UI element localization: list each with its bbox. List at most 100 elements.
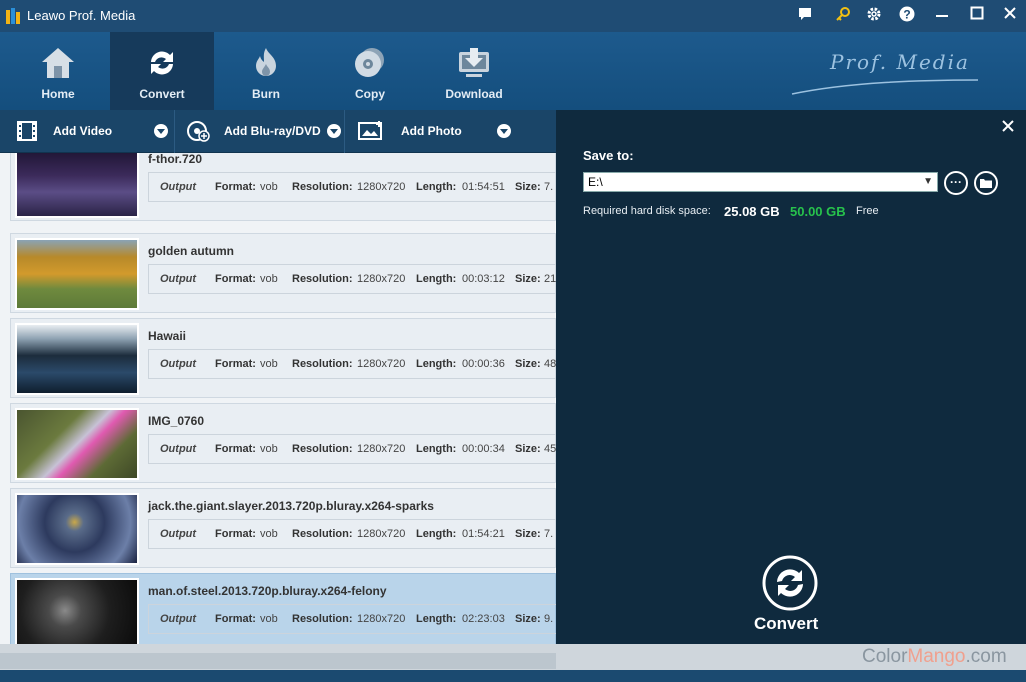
nav-copy-label: Copy xyxy=(355,87,385,101)
close-icon[interactable] xyxy=(999,6,1021,26)
list-item[interactable]: man.of.steel.2013.720p.bluray.x264-felon… xyxy=(10,573,556,653)
video-thumbnail xyxy=(15,493,139,565)
item-title: IMG_0760 xyxy=(148,414,205,428)
length-key: Length: xyxy=(416,613,457,625)
nav-home-label: Home xyxy=(41,87,75,101)
size-key: Size: xyxy=(515,528,541,540)
length-value: 01:54:21 xyxy=(462,528,505,540)
help-icon[interactable]: ? xyxy=(896,6,918,26)
list-item[interactable]: golden autumn Output Format: vob Resolut… xyxy=(10,233,556,313)
item-title: golden autumn xyxy=(148,244,234,258)
save-to-value: E:\ xyxy=(588,175,603,189)
convert-button-label[interactable]: Convert xyxy=(754,614,818,634)
add-toolbar: Add Video Add Blu-ray/DVD Add Photo xyxy=(0,110,556,153)
required-space-value: 25.08 GB xyxy=(724,204,780,219)
panel-close-icon[interactable] xyxy=(1001,116,1015,139)
format-key: Format: xyxy=(215,528,256,540)
watermark-part: Color xyxy=(862,646,908,667)
convert-icon xyxy=(151,51,173,75)
add-bluray-dropdown[interactable] xyxy=(327,124,341,138)
resolution-value: 1280x720 xyxy=(357,528,406,540)
resolution-key: Resolution: xyxy=(292,528,353,540)
photo-icon xyxy=(358,121,382,140)
resolution-value: 1280x720 xyxy=(357,358,406,370)
list-item[interactable]: IMG_0760 Output Format: vob Resolution: … xyxy=(10,403,556,483)
add-video-dropdown[interactable] xyxy=(154,124,168,138)
format-value: vob xyxy=(260,613,278,625)
resolution-value: 1280x720 xyxy=(357,613,406,625)
size-value: 21 xyxy=(544,273,556,285)
video-thumbnail xyxy=(15,578,139,650)
settings-icon[interactable] xyxy=(863,6,885,26)
item-title: jack.the.giant.slayer.2013.720p.bluray.x… xyxy=(148,499,434,513)
format-key: Format: xyxy=(215,613,256,625)
open-folder-button[interactable] xyxy=(974,171,998,195)
minimize-icon[interactable] xyxy=(931,6,953,26)
brand-swoosh-icon xyxy=(791,79,979,95)
window-title: Leawo Prof. Media xyxy=(27,8,136,23)
output-info: Output Format: vob Resolution: 1280x720 … xyxy=(148,604,556,634)
output-info: Output Format: vob Resolution: 1280x720 … xyxy=(148,519,556,549)
video-list: f-thor.720 Output Format: vob Resolution… xyxy=(0,153,556,653)
add-bluray-button[interactable]: Add Blu-ray/DVD xyxy=(175,110,325,153)
output-label: Output xyxy=(160,358,197,370)
list-item[interactable]: jack.the.giant.slayer.2013.720p.bluray.x… xyxy=(10,488,556,568)
video-thumbnail xyxy=(15,153,139,218)
resolution-key: Resolution: xyxy=(292,273,353,285)
length-value: 01:54:51 xyxy=(462,181,505,193)
copy-icon xyxy=(355,48,384,77)
format-key: Format: xyxy=(215,181,256,193)
list-item[interactable]: Hawaii Output Format: vob Resolution: 12… xyxy=(10,318,556,398)
output-label: Output xyxy=(160,181,197,193)
resolution-value: 1280x720 xyxy=(357,443,406,455)
size-value: 48 xyxy=(544,358,556,370)
video-thumbnail xyxy=(15,408,139,480)
more-options-button[interactable]: ··· xyxy=(944,171,968,195)
add-bluray-label: Add Blu-ray/DVD xyxy=(224,124,321,138)
add-photo-dropdown[interactable] xyxy=(497,124,511,138)
format-key: Format: xyxy=(215,443,256,455)
list-footer xyxy=(0,653,556,669)
convert-start-icon[interactable] xyxy=(761,554,819,612)
nav-convert[interactable]: Convert xyxy=(110,32,214,110)
length-value: 02:23:03 xyxy=(462,613,505,625)
size-value: 9. xyxy=(544,613,554,625)
size-key: Size: xyxy=(515,181,541,193)
nav-download[interactable]: Download xyxy=(422,32,526,110)
title-bar: Leawo Prof. Media ? xyxy=(0,0,1026,32)
size-value: 7. xyxy=(544,528,554,540)
watermark: ColorMango.com xyxy=(862,646,1007,668)
length-key: Length: xyxy=(416,181,457,193)
save-to-select[interactable]: E:\ ▼ xyxy=(583,172,938,192)
add-photo-button[interactable]: Add Photo xyxy=(345,110,490,153)
save-to-label: Save to: xyxy=(583,148,634,163)
burn-icon xyxy=(256,48,276,76)
window-bottom-edge xyxy=(0,670,1026,682)
length-key: Length: xyxy=(416,528,457,540)
nav-home[interactable]: Home xyxy=(6,32,110,110)
format-value: vob xyxy=(260,528,278,540)
format-key: Format: xyxy=(215,358,256,370)
output-info: Output Format: vob Resolution: 1280x720 … xyxy=(148,264,556,294)
format-value: vob xyxy=(260,273,278,285)
length-key: Length: xyxy=(416,273,457,285)
output-info: Output Format: vob Resolution: 1280x720 … xyxy=(148,434,556,464)
free-space-label: Free xyxy=(856,205,879,217)
list-item[interactable]: f-thor.720 Output Format: vob Resolution… xyxy=(10,153,556,221)
key-icon[interactable] xyxy=(832,6,854,26)
nav-copy[interactable]: Copy xyxy=(318,32,422,110)
output-label: Output xyxy=(160,613,197,625)
free-space-value: 50.00 GB xyxy=(790,204,846,219)
length-key: Length: xyxy=(416,443,457,455)
chat-icon[interactable] xyxy=(794,6,816,26)
main-nav: Home Convert Burn Copy Download Prof. Me… xyxy=(0,32,1026,110)
format-value: vob xyxy=(260,181,278,193)
maximize-icon[interactable] xyxy=(966,6,988,26)
size-value: 7. xyxy=(544,181,554,193)
nav-burn[interactable]: Burn xyxy=(214,32,318,110)
size-value: 45 xyxy=(544,443,556,455)
add-video-button[interactable]: Add Video xyxy=(0,110,152,153)
item-title: man.of.steel.2013.720p.bluray.x264-felon… xyxy=(148,584,387,598)
folder-icon xyxy=(980,179,992,188)
download-icon xyxy=(459,48,489,77)
